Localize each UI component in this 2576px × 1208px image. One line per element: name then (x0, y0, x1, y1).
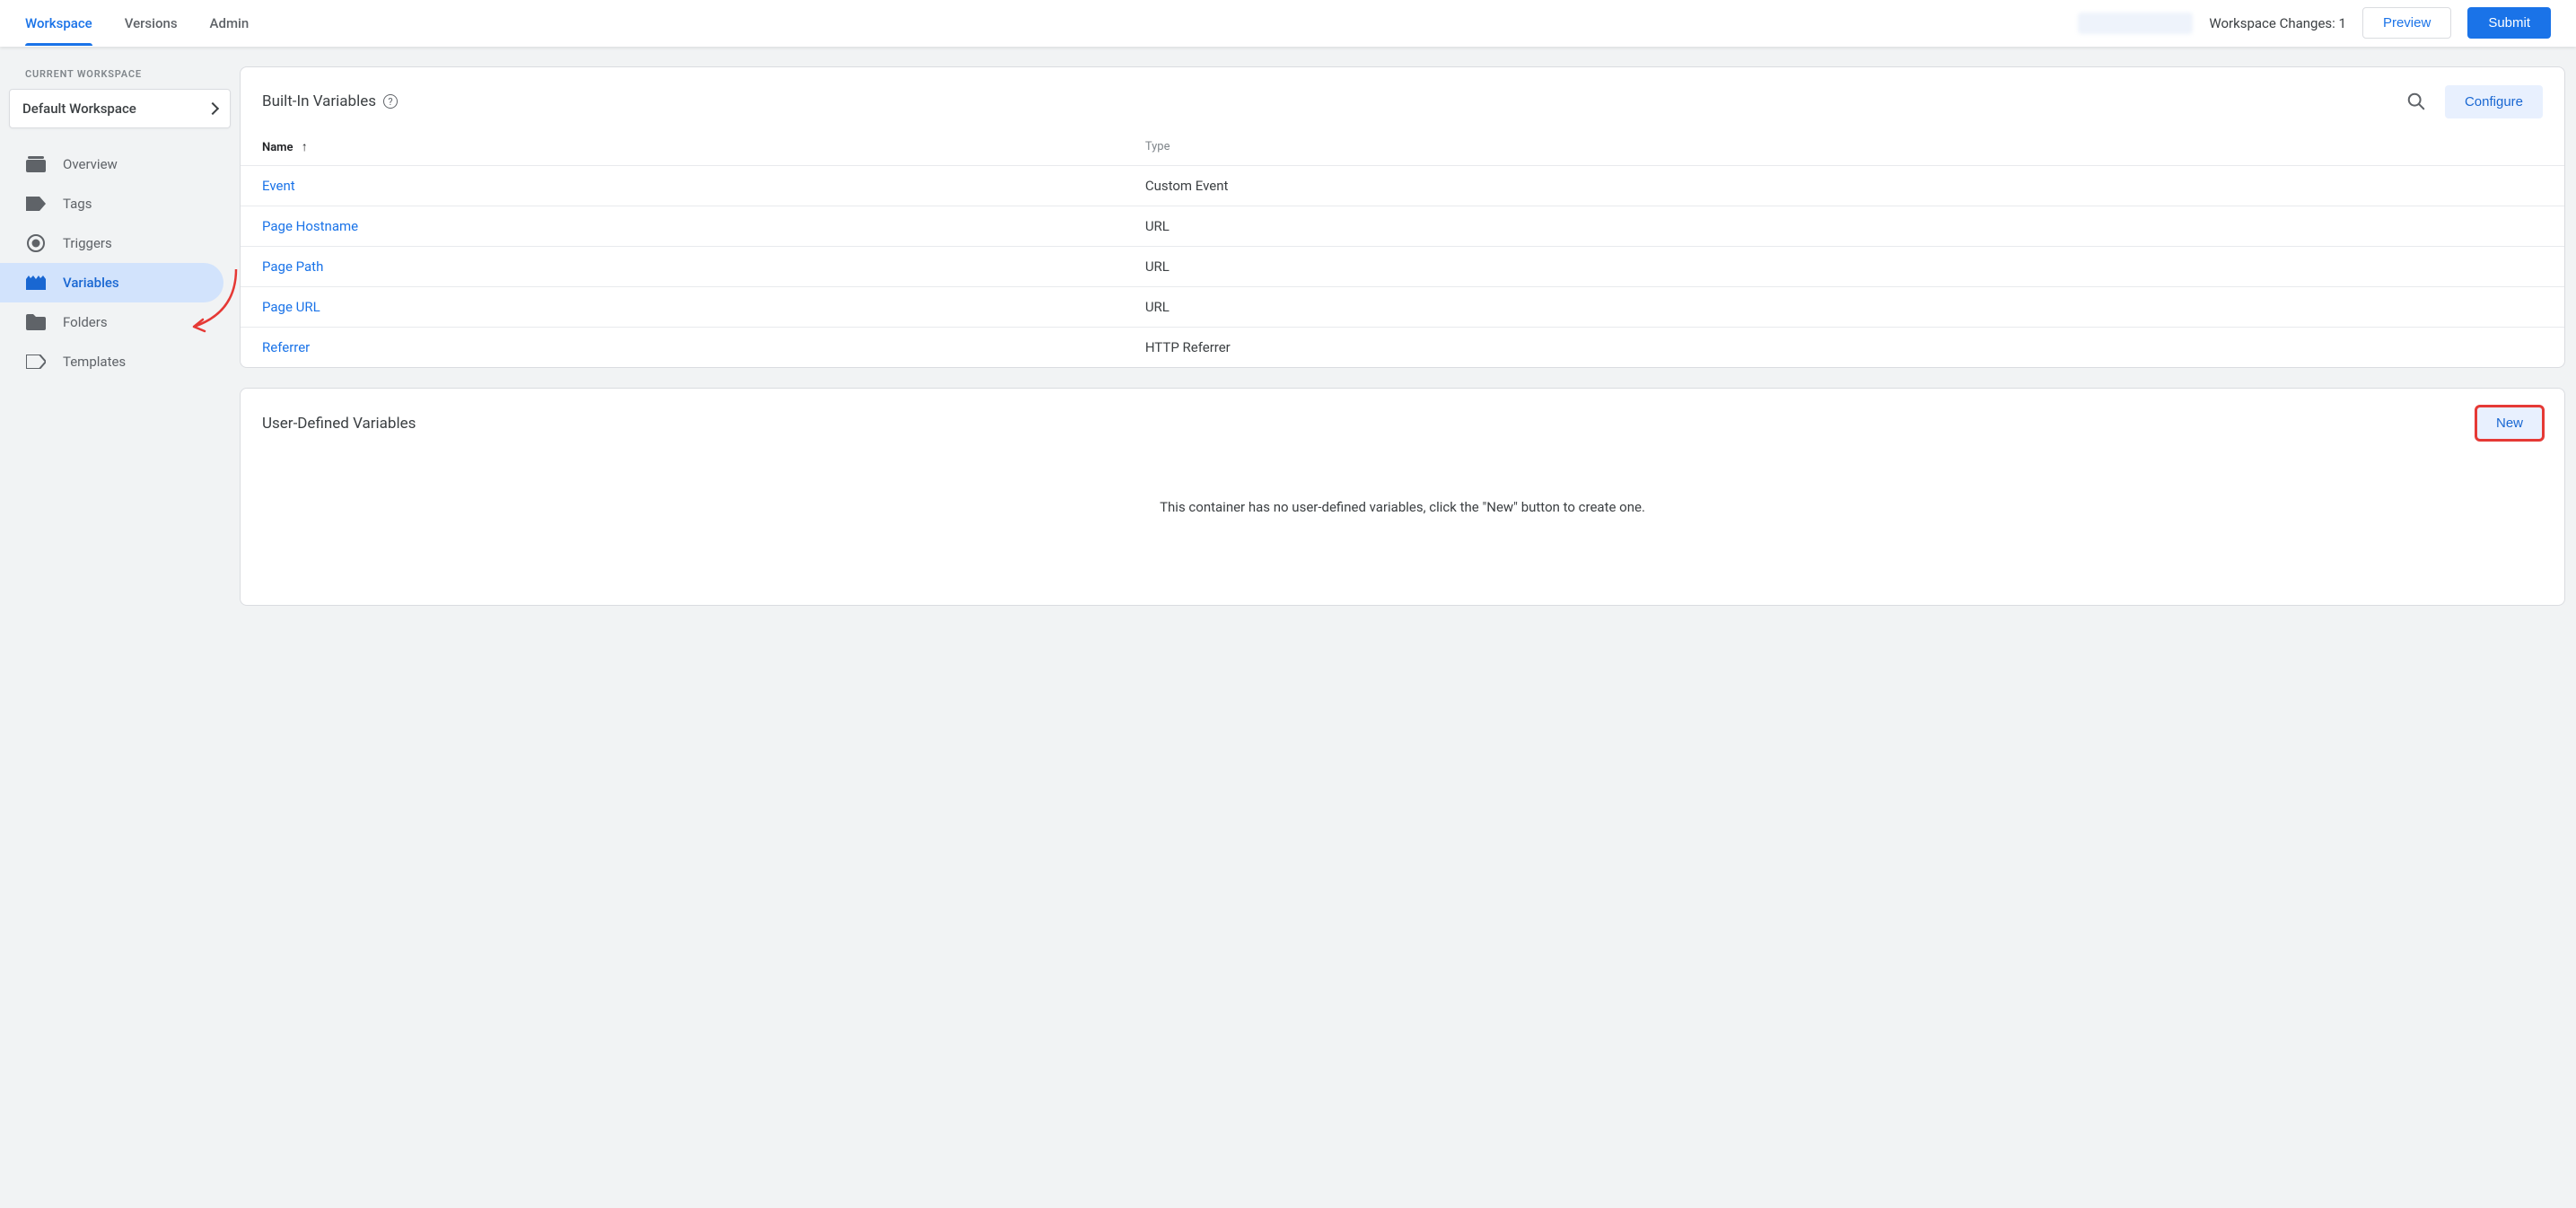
variables-icon (25, 272, 47, 293)
tab-versions[interactable]: Versions (125, 0, 178, 46)
variable-link[interactable]: Page Hostname (262, 218, 358, 234)
variable-type: HTTP Referrer (1124, 328, 2564, 368)
trigger-icon (25, 232, 47, 254)
table-row[interactable]: Event Custom Event (241, 166, 2564, 206)
sort-asc-icon: ↑ (302, 139, 308, 154)
sidebar-item-templates[interactable]: Templates (0, 342, 240, 381)
sidebar-item-triggers[interactable]: Triggers (0, 223, 240, 263)
overview-icon (25, 153, 47, 175)
tab-admin[interactable]: Admin (210, 0, 250, 46)
table-header-row: Name ↑ Type (241, 128, 2564, 166)
col-name-header[interactable]: Name ↑ (241, 128, 1124, 166)
builtin-variables-table: Name ↑ Type Event Custom Event Page Host… (241, 128, 2564, 367)
workspace-selector[interactable]: Default Workspace (9, 89, 231, 128)
sidebar-item-folders[interactable]: Folders (0, 302, 240, 342)
variable-type: Custom Event (1124, 166, 2564, 206)
tab-workspace[interactable]: Workspace (25, 0, 92, 46)
builtin-header-actions: Configure (2398, 83, 2543, 119)
preview-button[interactable]: Preview (2362, 7, 2451, 39)
col-type-label: Type (1145, 140, 1170, 153)
content-wrap: CURRENT WORKSPACE Default Workspace Over… (0, 47, 2576, 645)
tab-label: Workspace (25, 15, 92, 31)
variable-type: URL (1124, 206, 2564, 247)
configure-button[interactable]: Configure (2445, 85, 2543, 118)
sidebar-item-tags[interactable]: Tags (0, 184, 240, 223)
tab-label: Admin (210, 15, 250, 31)
userdef-card-header: User-Defined Variables New (241, 389, 2564, 445)
userdef-empty-message: This container has no user-defined varia… (241, 445, 2564, 605)
chevron-right-icon (206, 102, 219, 115)
col-type-header[interactable]: Type (1124, 128, 2564, 166)
table-row[interactable]: Page URL URL (241, 287, 2564, 328)
sidebar: CURRENT WORKSPACE Default Workspace Over… (0, 47, 240, 645)
sidebar-item-overview[interactable]: Overview (0, 144, 240, 184)
variable-link[interactable]: Page URL (262, 299, 320, 315)
variable-type: URL (1124, 287, 2564, 328)
table-row[interactable]: Referrer HTTP Referrer (241, 328, 2564, 368)
variable-link[interactable]: Referrer (262, 339, 310, 355)
sidebar-nav: Overview Tags Triggers Variables (0, 144, 240, 381)
template-icon (25, 351, 47, 372)
tab-label: Versions (125, 15, 178, 31)
new-variable-button[interactable]: New (2476, 407, 2543, 440)
workspace-name: Default Workspace (22, 101, 136, 117)
sidebar-item-label: Overview (63, 156, 215, 172)
sidebar-item-label: Triggers (63, 235, 215, 251)
tag-icon (25, 193, 47, 214)
variable-link[interactable]: Event (262, 178, 295, 194)
userdef-header-actions: New (2476, 407, 2543, 440)
help-icon[interactable]: ? (383, 94, 398, 109)
search-icon (2406, 92, 2426, 111)
search-button[interactable] (2398, 83, 2434, 119)
variable-type: URL (1124, 247, 2564, 287)
userdef-variables-card: User-Defined Variables New This containe… (240, 388, 2565, 606)
top-tabs-bar: Workspace Versions Admin Workspace Chang… (0, 0, 2576, 47)
builtin-variables-card: Built-In Variables ? Configure Name ↑ (240, 66, 2565, 368)
variable-link[interactable]: Page Path (262, 258, 323, 275)
col-name-label: Name (262, 141, 293, 154)
container-id-blurred (2078, 13, 2193, 34)
sidebar-item-label: Variables (63, 275, 198, 291)
main-content: Built-In Variables ? Configure Name ↑ (240, 47, 2576, 645)
submit-button[interactable]: Submit (2467, 7, 2551, 39)
userdef-card-title: User-Defined Variables (262, 415, 416, 433)
userdef-title-text: User-Defined Variables (262, 415, 416, 433)
topbar-right: Workspace Changes: 1 Preview Submit (2078, 7, 2551, 39)
folder-icon (25, 311, 47, 333)
workspace-changes-label[interactable]: Workspace Changes: 1 (2209, 15, 2346, 31)
sidebar-item-label: Tags (63, 196, 215, 212)
sidebar-item-label: Templates (63, 354, 215, 370)
builtin-card-header: Built-In Variables ? Configure (241, 67, 2564, 128)
top-tabs: Workspace Versions Admin (25, 0, 249, 46)
current-workspace-heading: CURRENT WORKSPACE (0, 68, 240, 89)
builtin-title-text: Built-In Variables (262, 92, 376, 110)
table-row[interactable]: Page Path URL (241, 247, 2564, 287)
sidebar-item-label: Folders (63, 314, 215, 330)
builtin-card-title: Built-In Variables ? (262, 92, 398, 110)
sidebar-item-variables[interactable]: Variables (0, 263, 223, 302)
table-row[interactable]: Page Hostname URL (241, 206, 2564, 247)
